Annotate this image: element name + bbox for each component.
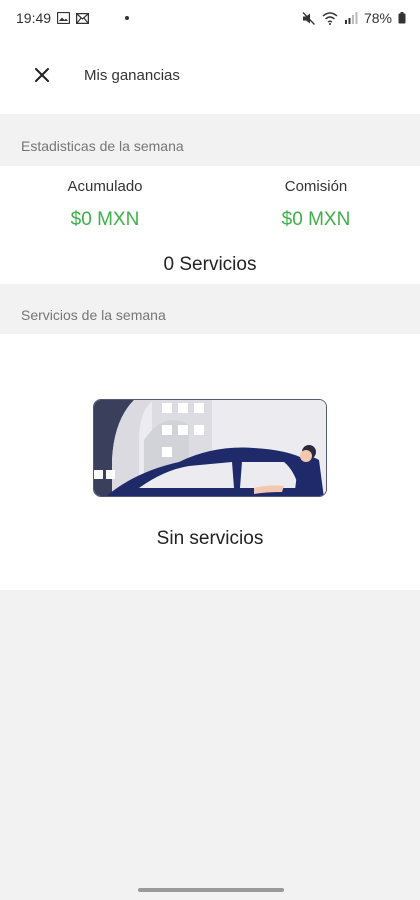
services-count: 0 Servicios bbox=[163, 254, 257, 275]
commission-value: $0 MXN bbox=[281, 209, 351, 230]
empty-state-message: Sin servicios bbox=[156, 528, 264, 549]
mail-icon bbox=[76, 12, 90, 24]
status-left: 19:49 bbox=[16, 10, 130, 26]
services-card: Sin servicios bbox=[0, 334, 420, 590]
accumulated-label: Acumulado bbox=[67, 178, 143, 195]
commission-label: Comisión bbox=[284, 178, 348, 195]
close-icon bbox=[35, 68, 49, 82]
battery-icon bbox=[398, 12, 406, 24]
close-button[interactable] bbox=[20, 53, 64, 97]
status-right: 78% bbox=[302, 10, 406, 26]
accumulated-stat: Acumulado $0 MXN bbox=[25, 178, 185, 231]
wifi-icon bbox=[322, 11, 338, 25]
battery-percent: 78% bbox=[363, 10, 392, 26]
signal-icon bbox=[344, 12, 358, 24]
status-time: 19:49 bbox=[16, 10, 52, 26]
section-title-services: Servicios de la semana bbox=[0, 296, 420, 334]
gesture-nav-handle[interactable] bbox=[138, 888, 284, 892]
car-driver-illustration bbox=[93, 399, 327, 497]
notification-dot bbox=[125, 16, 130, 20]
app-header: Mis ganancias bbox=[0, 36, 420, 114]
page-title: Mis ganancias bbox=[84, 66, 180, 84]
section-title-stats: Estadisticas de la semana bbox=[0, 126, 420, 166]
mute-icon bbox=[302, 11, 316, 25]
status-bar: 19:49 78% bbox=[0, 0, 420, 36]
accumulated-value: $0 MXN bbox=[70, 209, 140, 230]
stats-card: Acumulado $0 MXN Comisión $0 MXN 0 Servi… bbox=[0, 166, 420, 284]
gallery-icon bbox=[57, 12, 71, 24]
commission-stat: Comisión $0 MXN bbox=[236, 178, 396, 231]
